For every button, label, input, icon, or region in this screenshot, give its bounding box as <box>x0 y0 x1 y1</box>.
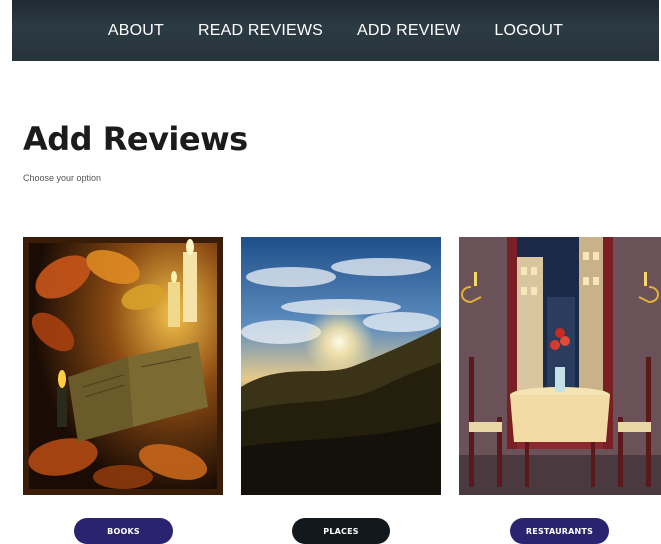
places-button[interactable]: PLACES <box>292 518 390 544</box>
nav-logout-link[interactable]: LOGOUT <box>477 22 580 40</box>
books-option-image[interactable] <box>23 237 223 495</box>
books-button[interactable]: BOOKS <box>74 518 173 544</box>
page-subtitle: Choose your option <box>23 173 102 183</box>
restaurants-option-image[interactable] <box>459 237 661 495</box>
nav-add-review-link[interactable]: ADD REVIEW <box>340 22 477 40</box>
places-option-image[interactable] <box>241 237 441 495</box>
top-navbar: ABOUT READ REVIEWS ADD REVIEW LOGOUT <box>12 0 659 61</box>
restaurants-button[interactable]: RESTAURANTS <box>510 518 609 544</box>
page-title: Add Reviews <box>23 120 248 158</box>
nav-about-link[interactable]: ABOUT <box>91 22 181 40</box>
nav-read-reviews-link[interactable]: READ REVIEWS <box>181 22 340 40</box>
